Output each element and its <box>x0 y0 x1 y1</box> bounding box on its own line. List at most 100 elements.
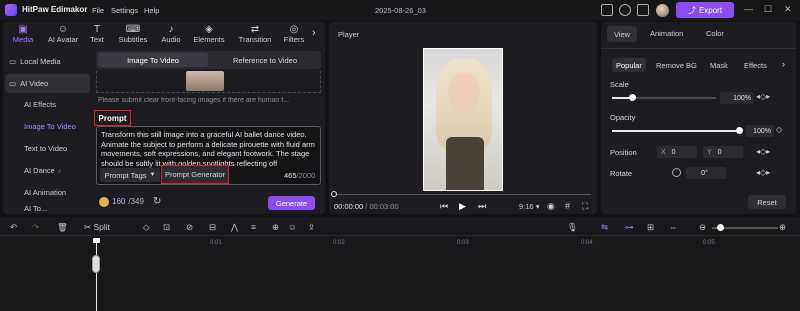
close-icon[interactable]: ✕ <box>784 4 792 15</box>
zoom-in-icon[interactable]: ⊕ <box>779 222 786 233</box>
elements-icon: ◈ <box>205 24 213 35</box>
user-avatar[interactable] <box>656 4 669 17</box>
opacity-slider[interactable] <box>612 130 740 132</box>
keyframe-icon[interactable]: ◂◇▸ <box>756 147 770 156</box>
ai-icon: ▭ <box>9 79 17 88</box>
progress-handle[interactable] <box>331 191 337 197</box>
freeze-icon[interactable]: ⊟ <box>209 222 216 233</box>
play-icon[interactable]: ▶ <box>459 201 466 212</box>
opacity-value[interactable]: 100% <box>746 125 774 137</box>
adjust-icon[interactable]: ≡ <box>251 222 256 232</box>
zoom-out-icon[interactable]: ⊖ <box>699 222 706 233</box>
settings-icon[interactable] <box>619 4 631 16</box>
grid-icon[interactable]: # <box>565 201 570 211</box>
tab-animation[interactable]: Animation <box>650 29 683 38</box>
tab-reference-to-video[interactable]: Reference to Video <box>210 53 320 67</box>
keyframe-icon[interactable]: ◂◇▸ <box>756 92 770 101</box>
split-button[interactable]: ✂ Split <box>84 222 110 233</box>
shield-icon[interactable]: ◇ <box>143 222 150 233</box>
opacity-slider-knob[interactable] <box>736 127 743 134</box>
menu-settings[interactable]: Settings <box>111 6 138 15</box>
scale-slider-knob[interactable] <box>629 94 636 101</box>
subtab-remove-bg[interactable]: Remove BG <box>652 58 701 72</box>
prompt-generator-button[interactable]: Prompt Generator <box>161 165 229 184</box>
reset-button[interactable]: Reset <box>748 195 786 209</box>
playhead[interactable] <box>96 240 97 311</box>
screen-icon[interactable] <box>637 4 649 16</box>
next-frame-icon[interactable]: ⏭ <box>478 201 486 212</box>
position-y-field[interactable]: Y0 <box>703 146 743 158</box>
tab-color[interactable]: Color <box>706 29 724 38</box>
speed-icon[interactable]: ⊘ <box>186 222 193 233</box>
sidebar-item-ai-animation[interactable]: AI Animation <box>5 183 90 202</box>
tab-elements[interactable]: ◈ Elements <box>188 24 230 46</box>
sidebar-item-ai-effects[interactable]: AI Effects <box>5 95 90 114</box>
mirror-icon[interactable]: ⋀ <box>231 222 238 233</box>
tab-transition[interactable]: ⇄ Transition <box>233 24 277 46</box>
minimize-icon[interactable]: — <box>744 4 753 14</box>
delete-icon[interactable]: 🗑 <box>57 222 68 233</box>
rotate-dial-icon[interactable] <box>672 168 681 177</box>
crop-icon[interactable]: ⊡ <box>163 222 170 233</box>
tab-filters[interactable]: ◎ Filters <box>276 24 312 46</box>
caret-down-icon: ▼ <box>149 172 156 178</box>
prev-frame-icon[interactable]: ⏮ <box>440 201 448 212</box>
tab-image-to-video[interactable]: Image To Video <box>98 53 208 67</box>
subtab-popular[interactable]: Popular <box>612 58 646 72</box>
tab-audio[interactable]: ♪ Audio <box>150 24 192 46</box>
position-x-field[interactable]: X0 <box>657 146 697 158</box>
magnet-icon[interactable]: ⊶ <box>625 222 634 233</box>
tab-subtitles[interactable]: ⌨ Subtitles <box>112 24 154 46</box>
tab-media[interactable]: ▣ Media <box>2 24 44 46</box>
tab-text[interactable]: T Text <box>77 24 117 46</box>
chevron-right-icon[interactable]: › <box>312 27 316 39</box>
sidebar-item-ai-video[interactable]: ▭ AI Video <box>5 74 90 93</box>
rotate-value[interactable]: 0° <box>686 167 726 179</box>
scale-value[interactable]: 100% <box>720 92 754 104</box>
folder-icon: ▭ <box>9 57 17 66</box>
menu-help[interactable]: Help <box>144 6 159 15</box>
tab-view[interactable]: View <box>607 26 637 42</box>
chevron-right-icon[interactable]: › <box>782 59 785 69</box>
subtab-mask[interactable]: Mask <box>706 58 732 72</box>
track-icon[interactable]: ⊞ <box>647 222 654 233</box>
dancer-icon: ♪ <box>57 166 62 175</box>
aspect-ratio-select[interactable]: 9:16 ▾ <box>519 202 539 211</box>
menu-file[interactable]: File <box>92 6 104 15</box>
generate-button[interactable]: Generate <box>268 196 315 210</box>
export-icon: ⤴ <box>687 5 696 15</box>
video-preview[interactable] <box>423 48 503 191</box>
fullscreen-icon[interactable]: ⛶ <box>582 201 588 212</box>
maximize-icon[interactable]: ☐ <box>764 4 772 15</box>
track-clip-marker[interactable] <box>92 255 100 273</box>
refresh-icon[interactable]: ↻ <box>153 196 161 207</box>
prompt-tags-dropdown[interactable]: Prompt Tags ▼ <box>100 168 160 182</box>
audio-detach-icon[interactable]: ⊕ <box>272 222 279 233</box>
sidebar-item-text-to-video[interactable]: Text to Video <box>5 139 90 158</box>
redo-icon[interactable]: ↷ <box>32 222 39 233</box>
sidebar-item-local-media[interactable]: ▭ Local Media <box>5 52 90 71</box>
link-icon[interactable]: ⇋ <box>601 222 608 233</box>
microphone-icon[interactable]: 🎙 <box>567 222 578 233</box>
snapshot-icon[interactable]: ◉ <box>547 201 555 212</box>
player-title: Player <box>338 30 360 39</box>
export-clip-icon[interactable]: ⇪ <box>308 222 315 233</box>
keyframe-icon[interactable]: ◂◇▸ <box>756 168 770 177</box>
zoom-slider-knob[interactable] <box>717 224 724 231</box>
sidebar-item-ai-dance[interactable]: AI Dance ♪ <box>5 161 90 180</box>
ruler-tick: 0:01 <box>210 240 222 246</box>
face-icon[interactable]: ☺ <box>288 222 297 232</box>
export-button[interactable]: ⤴ Export <box>676 2 734 18</box>
sidebar-item-image-to-video[interactable]: Image To Video <box>5 117 90 136</box>
subtab-effects[interactable]: Effects <box>740 58 771 72</box>
rotate-label: Rotate <box>610 169 633 178</box>
uploaded-image-thumbnail[interactable] <box>186 71 224 91</box>
playback-progress[interactable] <box>333 194 591 195</box>
fit-icon[interactable]: ⇔ <box>669 222 678 232</box>
media-icon: ▣ <box>18 24 28 35</box>
layout-icon[interactable] <box>601 4 613 16</box>
keyframe-icon[interactable]: ◇ <box>776 125 782 134</box>
undo-icon[interactable]: ↶ <box>10 222 17 233</box>
portrait-skin <box>450 73 478 109</box>
sidebar-item-more[interactable]: AI To... <box>5 203 90 213</box>
